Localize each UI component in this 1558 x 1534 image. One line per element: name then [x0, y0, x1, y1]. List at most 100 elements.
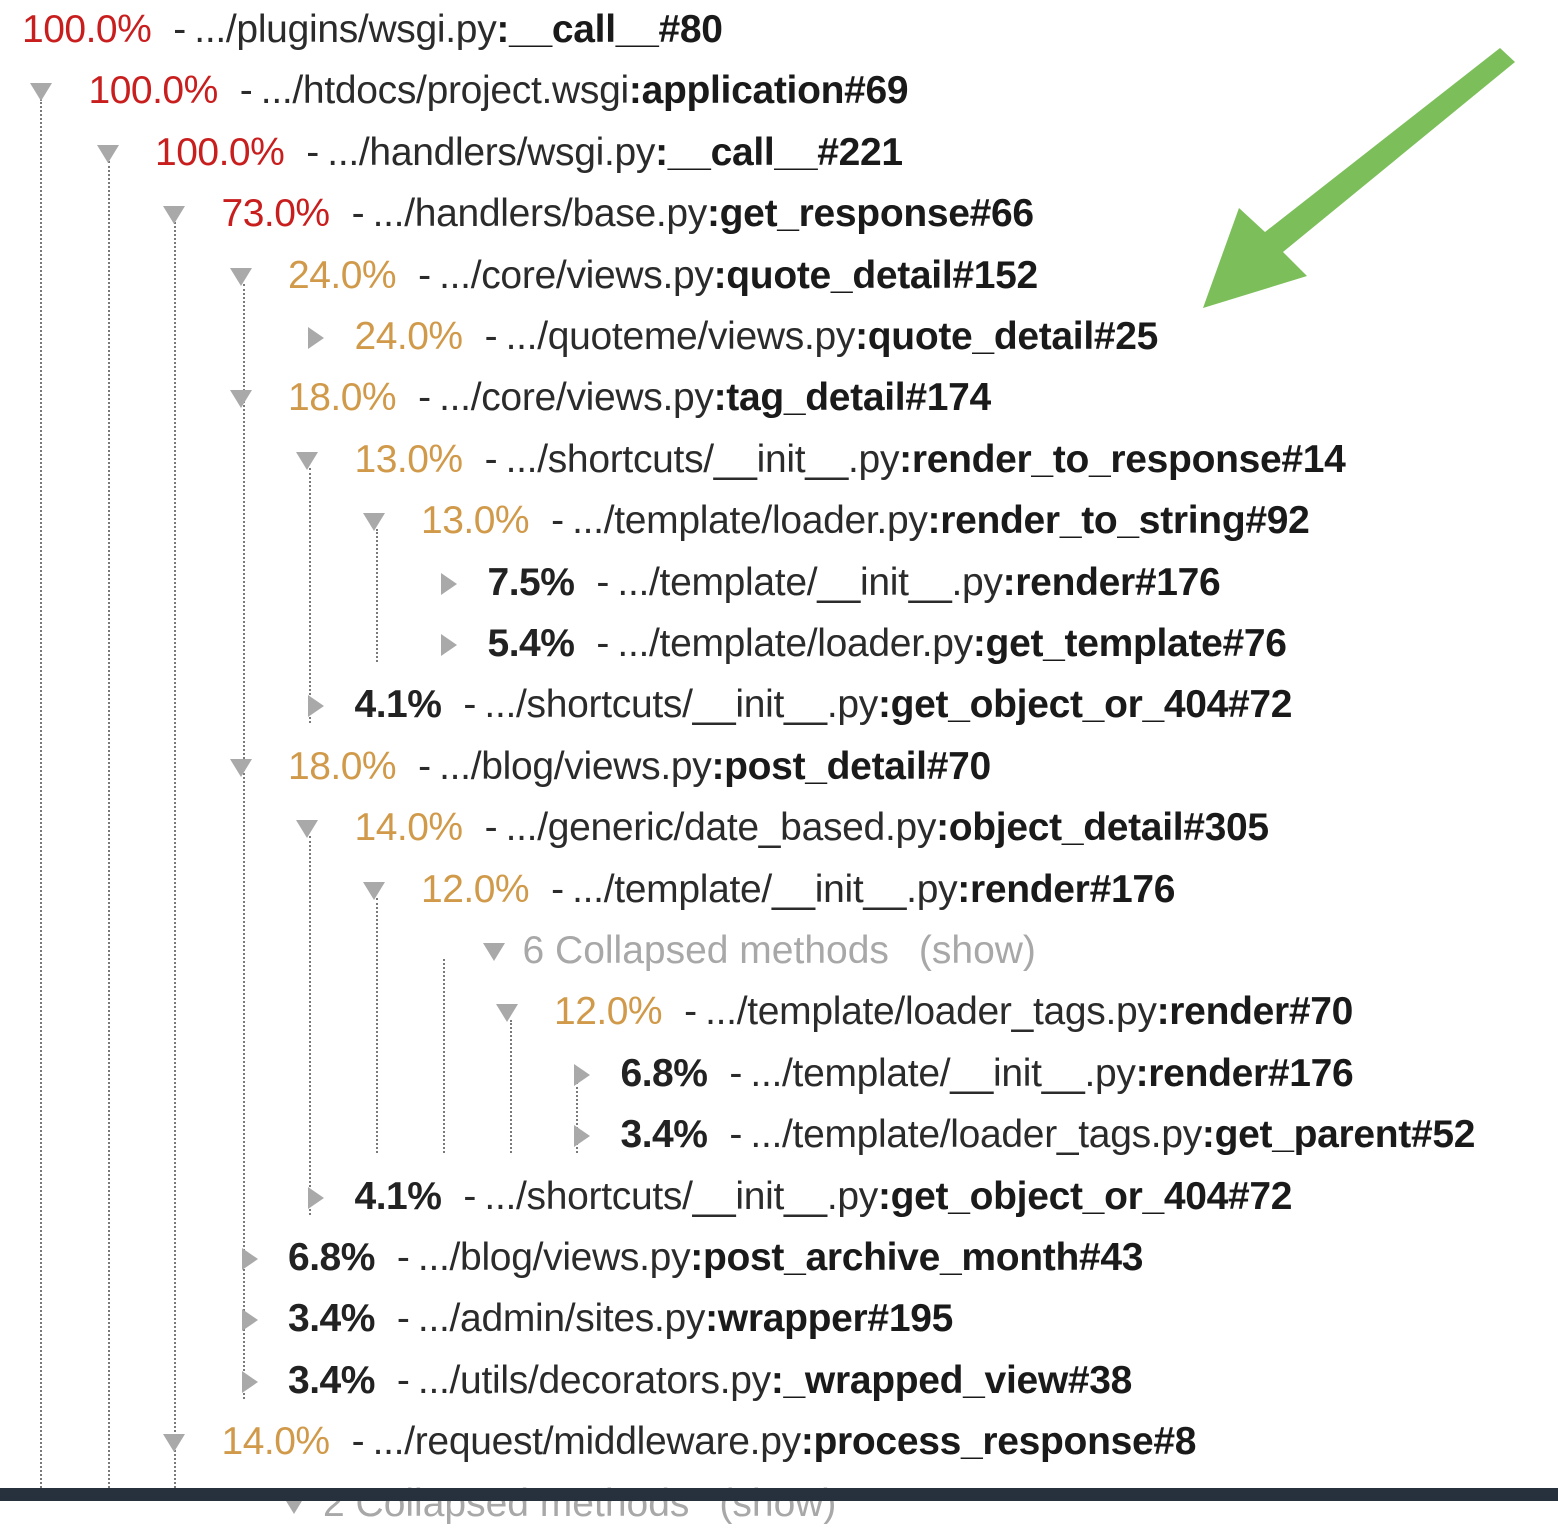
source-file-path: .../request/middleware.py: [372, 1420, 802, 1464]
source-file-path: .../blog/views.py: [439, 744, 712, 788]
call-tree-row[interactable]: 100.0% - .../handlers/wsgi.py:__call__#221: [155, 123, 903, 183]
function-name: :wrapper#195: [705, 1297, 953, 1341]
time-percent: 12.0%: [554, 990, 663, 1034]
expand-triangle-down-icon[interactable]: [494, 982, 520, 1042]
expand-triangle-down-icon[interactable]: [481, 921, 507, 981]
tree-guide-line: [174, 222, 176, 1488]
call-tree-row[interactable]: 3.4% - .../template/loader_tags.py:get_par…: [621, 1105, 1476, 1165]
expand-triangle-down-icon[interactable]: [228, 368, 254, 428]
call-tree-row[interactable]: 4.1% - .../shortcuts/__init__.py:get_objec…: [355, 675, 1293, 735]
function-name: :quote_detail#152: [713, 253, 1039, 297]
source-file-path: .../quoteme/views.py: [505, 315, 856, 358]
call-tree-row[interactable]: 100.0% - .../plugins/wsgi.py:__call__#80: [22, 0, 723, 60]
function-name: :__call__#221: [655, 130, 903, 174]
function-name: :render#70: [1156, 990, 1354, 1034]
separator-dash: -: [396, 1236, 410, 1279]
function-name: :render_to_response#14: [899, 437, 1346, 481]
call-tree-row[interactable]: 18.0% - .../blog/views.py:post_detail#70: [288, 737, 991, 797]
time-percent: 24.0%: [354, 315, 464, 358]
time-percent: 4.1%: [354, 1174, 442, 1218]
call-tree-row[interactable]: 14.0% - .../generic/date_based.py:object_d…: [355, 798, 1270, 858]
call-tree-row[interactable]: 100.0% - .../htdocs/project.wsgi:applicati…: [89, 61, 909, 121]
expand-triangle-right-icon[interactable]: [302, 675, 328, 735]
separator-dash: -: [351, 1420, 365, 1464]
call-tree-row[interactable]: 12.0% - .../template/__init__.py:render#17…: [421, 860, 1175, 920]
function-name: :render#176: [957, 867, 1176, 911]
collapsed-methods-label: 6 Collapsed methods: [522, 929, 889, 972]
expand-triangle-right-icon[interactable]: [435, 614, 461, 674]
separator-dash: -: [396, 1358, 410, 1402]
function-name: :render#176: [1135, 1051, 1354, 1095]
source-file-path: .../admin/sites.py: [417, 1297, 706, 1341]
function-name: :_wrapped_view#38: [770, 1358, 1133, 1402]
call-tree-row[interactable]: 14.0% - .../request/middleware.py:process_…: [222, 1412, 1197, 1472]
source-file-path: .../shortcuts/__init__.py: [505, 437, 900, 481]
expand-triangle-down-icon[interactable]: [294, 798, 320, 858]
tree-guide-line: [40, 99, 42, 1488]
call-tree-row[interactable]: 24.0% - .../quoteme/views.py:quote_detail#…: [355, 307, 1159, 367]
expand-triangle-right-icon[interactable]: [568, 1044, 594, 1104]
show-collapsed-link[interactable]: (show): [919, 929, 1036, 972]
expand-triangle-right-icon[interactable]: [236, 1351, 262, 1411]
separator-dash: -: [418, 253, 432, 297]
function-name: :get_parent#52: [1201, 1113, 1476, 1157]
time-percent: 100.0%: [22, 8, 152, 51]
arrow-shape: [1203, 48, 1515, 308]
function-name: :__call__#80: [496, 8, 723, 51]
expand-triangle-down-icon[interactable]: [361, 491, 387, 551]
call-tree-row[interactable]: 12.0% - .../template/loader_tags.py:render…: [554, 982, 1353, 1042]
source-file-path: .../core/views.py: [439, 253, 714, 297]
source-file-path: .../core/views.py: [439, 376, 714, 420]
call-tree-row[interactable]: 13.0% - .../template/loader.py:render_to_s…: [421, 491, 1310, 551]
call-tree-row[interactable]: 5.4% - .../template/loader.py:get_template…: [488, 614, 1287, 674]
separator-dash: -: [418, 376, 432, 420]
function-name: :get_response#66: [706, 192, 1034, 236]
function-name: :object_detail#305: [936, 806, 1269, 850]
expand-triangle-right-icon[interactable]: [568, 1105, 594, 1165]
call-tree-row[interactable]: 6.8% - .../template/__init__.py:render#176: [621, 1044, 1354, 1104]
function-name: :tag_detail#174: [713, 376, 992, 420]
collapsed-methods-row[interactable]: 6 Collapsed methods (show): [523, 921, 1036, 981]
expand-triangle-down-icon[interactable]: [161, 184, 187, 244]
separator-dash: -: [463, 1174, 477, 1218]
expand-triangle-down-icon[interactable]: [294, 430, 320, 490]
call-tree-row[interactable]: 73.0% - .../handlers/base.py:get_response#…: [222, 184, 1035, 244]
function-name: :quote_detail#25: [855, 315, 1159, 358]
call-tree-row[interactable]: 3.4% - .../utils/decorators.py:_wrapped_vi…: [288, 1351, 1132, 1411]
tree-guide-line: [309, 836, 311, 1215]
expand-triangle-down-icon[interactable]: [228, 246, 254, 306]
call-tree-row[interactable]: 3.4% - .../admin/sites.py:wrapper#195: [288, 1289, 953, 1349]
separator-dash: -: [551, 867, 565, 911]
expand-triangle-right-icon[interactable]: [302, 307, 328, 367]
time-percent: 4.1%: [354, 683, 442, 727]
expand-triangle-right-icon[interactable]: [236, 1289, 262, 1349]
function-name: :get_template#76: [972, 622, 1287, 665]
expand-triangle-right-icon[interactable]: [302, 1167, 328, 1227]
call-tree-row[interactable]: 4.1% - .../shortcuts/__init__.py:get_objec…: [355, 1167, 1293, 1227]
function-name: :render_to_string#92: [927, 499, 1310, 543]
expand-triangle-down-icon[interactable]: [161, 1412, 187, 1472]
green-arrow-icon: [1195, 40, 1525, 325]
expand-triangle-down-icon[interactable]: [95, 123, 121, 183]
call-tree-row[interactable]: 6.8% - .../blog/views.py:post_archive_mont…: [288, 1228, 1143, 1288]
call-tree-row[interactable]: 13.0% - .../shortcuts/__init__.py:render_t…: [355, 430, 1346, 490]
separator-dash: -: [729, 1113, 743, 1157]
expand-triangle-down-icon[interactable]: [361, 860, 387, 920]
call-tree-row[interactable]: 24.0% - .../core/views.py:quote_detail#152: [288, 246, 1038, 306]
source-file-path: .../template/__init__.py: [750, 1051, 1136, 1095]
source-file-path: .../template/loader.py: [617, 622, 973, 665]
source-file-path: .../shortcuts/__init__.py: [484, 1174, 878, 1218]
call-tree-row[interactable]: 18.0% - .../core/views.py:tag_detail#174: [288, 368, 991, 428]
time-percent: 5.4%: [487, 622, 575, 665]
call-tree-row[interactable]: 7.5% - .../template/__init__.py:render#176: [488, 553, 1221, 613]
function-name: :get_object_or_404#72: [877, 1174, 1293, 1218]
expand-triangle-right-icon[interactable]: [435, 553, 461, 613]
expand-triangle-down-icon[interactable]: [28, 61, 54, 121]
separator-dash: -: [484, 437, 498, 481]
collapsed-methods-row[interactable]: 2 Collapsed methods (show): [323, 1474, 836, 1534]
expand-triangle-down-icon[interactable]: [228, 737, 254, 797]
separator-dash: -: [551, 499, 565, 543]
expand-triangle-down-icon[interactable]: [281, 1474, 307, 1534]
separator-dash: -: [684, 990, 698, 1034]
expand-triangle-right-icon[interactable]: [236, 1228, 262, 1288]
